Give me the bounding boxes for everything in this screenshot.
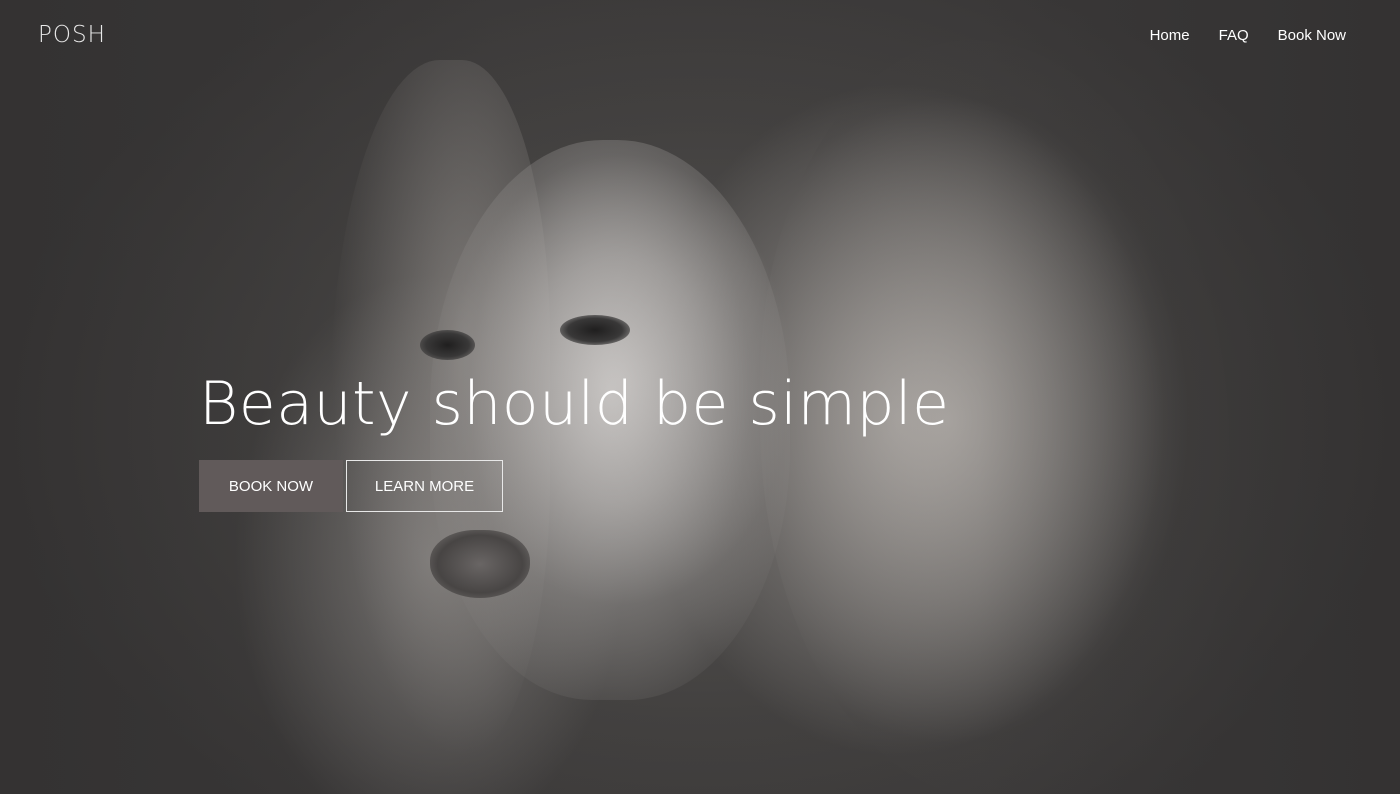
nav-link-home[interactable]: Home [1150, 26, 1190, 46]
nav-link-faq[interactable]: FAQ [1219, 26, 1249, 46]
nav-link-book-now[interactable]: Book Now [1278, 26, 1346, 46]
logo[interactable]: POSH [38, 22, 106, 48]
main-nav: Home FAQ Book Now [1150, 26, 1346, 46]
book-now-button[interactable]: BOOK NOW [199, 460, 343, 512]
hero-headline: Beauty should be simple [199, 369, 950, 439]
learn-more-button[interactable]: LEARN MORE [346, 460, 503, 512]
